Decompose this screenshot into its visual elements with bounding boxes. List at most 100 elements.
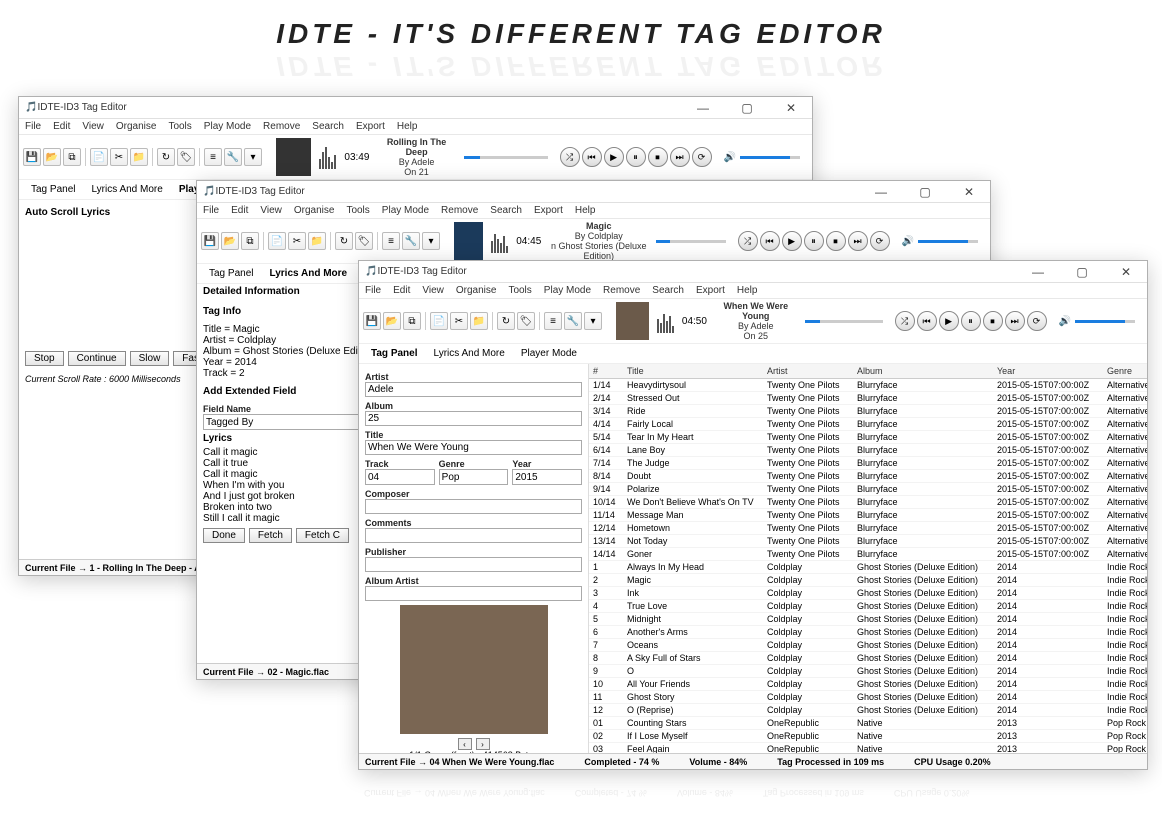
open-icon[interactable]: 📂 — [383, 312, 401, 330]
table-row[interactable]: 3InkColdplayGhost Stories (Deluxe Editio… — [589, 587, 1147, 600]
wrench-icon[interactable]: 🔧 — [224, 148, 242, 166]
col-genre[interactable]: Genre — [1103, 364, 1147, 379]
menu-tools[interactable]: Tools — [168, 121, 191, 132]
table-row[interactable]: 8/14DoubtTwenty One PilotsBlurryface2015… — [589, 470, 1147, 483]
tag-icon[interactable]: 🏷 — [517, 312, 535, 330]
table-row[interactable]: 11/14Message ManTwenty One PilotsBlurryf… — [589, 509, 1147, 522]
table-row[interactable]: 02If I Lose MyselfOneRepublicNative2013P… — [589, 730, 1147, 743]
menu-view[interactable]: View — [82, 121, 104, 132]
volume-slider[interactable] — [918, 240, 978, 243]
save-icon[interactable]: 💾 — [23, 148, 41, 166]
doc-icon[interactable]: 📄 — [90, 148, 108, 166]
menu-view[interactable]: View — [422, 285, 444, 296]
shuffle-button[interactable]: ⤮ — [895, 311, 915, 331]
folder-icon[interactable]: 📁 — [130, 148, 148, 166]
album-input[interactable] — [365, 411, 582, 426]
stop-button[interactable]: Stop — [25, 351, 64, 366]
menu-search[interactable]: Search — [652, 285, 684, 296]
refresh-icon[interactable]: ↻ — [157, 148, 175, 166]
doc-icon[interactable]: 📄 — [268, 232, 286, 250]
repeat-button[interactable]: ⟳ — [1027, 311, 1047, 331]
open-icon[interactable]: 📂 — [221, 232, 239, 250]
menu-help[interactable]: Help — [575, 205, 596, 216]
minimize-button[interactable]: — — [688, 99, 718, 117]
comments-input[interactable] — [365, 528, 582, 543]
table-row[interactable]: 4/14Fairly LocalTwenty One PilotsBlurryf… — [589, 418, 1147, 431]
table-row[interactable]: 6Another's ArmsColdplayGhost Stories (De… — [589, 626, 1147, 639]
tab-player-mode[interactable]: Player Mode — [515, 347, 583, 360]
dropdown-icon[interactable]: ▾ — [244, 148, 262, 166]
menu-organise[interactable]: Organise — [116, 121, 157, 132]
close-button[interactable]: ✕ — [1111, 263, 1141, 281]
slow-button[interactable]: Slow — [130, 351, 170, 366]
doc-icon[interactable]: 📄 — [430, 312, 448, 330]
continue-button[interactable]: Continue — [68, 351, 126, 366]
next-button[interactable]: ⏭ — [848, 231, 868, 251]
open-icon[interactable]: 📂 — [43, 148, 61, 166]
table-row[interactable]: 1Always In My HeadColdplayGhost Stories … — [589, 561, 1147, 574]
volume-icon[interactable]: 🔊 — [902, 236, 914, 247]
shuffle-button[interactable]: ⤮ — [738, 231, 758, 251]
table-row[interactable]: 1/14HeavydirtysoulTwenty One PilotsBlurr… — [589, 379, 1147, 392]
wrench-icon[interactable]: 🔧 — [402, 232, 420, 250]
col-num[interactable]: # — [589, 364, 623, 379]
table-row[interactable]: 14/14GonerTwenty One PilotsBlurryface201… — [589, 548, 1147, 561]
stop-button[interactable]: ⏹ — [983, 311, 1003, 331]
seek-bar[interactable] — [464, 156, 548, 159]
menu-help[interactable]: Help — [737, 285, 758, 296]
copy-icon[interactable]: ⧉ — [403, 312, 421, 330]
table-row[interactable]: 9/14PolarizeTwenty One PilotsBlurryface2… — [589, 483, 1147, 496]
year-input[interactable] — [512, 469, 582, 485]
pause-button[interactable]: ⏸ — [961, 311, 981, 331]
volume-icon[interactable]: 🔊 — [724, 152, 736, 163]
play-button[interactable]: ▶ — [939, 311, 959, 331]
title-input[interactable] — [365, 440, 582, 455]
table-row[interactable]: 8A Sky Full of StarsColdplayGhost Storie… — [589, 652, 1147, 665]
seek-bar[interactable] — [805, 320, 883, 323]
tab-tag-panel[interactable]: Tag Panel — [25, 183, 81, 196]
menu-edit[interactable]: Edit — [53, 121, 70, 132]
tag-icon[interactable]: 🏷 — [355, 232, 373, 250]
pause-button[interactable]: ⏸ — [804, 231, 824, 251]
stop-button[interactable]: ⏹ — [648, 147, 668, 167]
refresh-icon[interactable]: ↻ — [335, 232, 353, 250]
shuffle-button[interactable]: ⤮ — [560, 147, 580, 167]
genre-input[interactable] — [439, 469, 509, 485]
table-row[interactable]: 6/14Lane BoyTwenty One PilotsBlurryface2… — [589, 444, 1147, 457]
menu-remove[interactable]: Remove — [603, 285, 640, 296]
table-row[interactable]: 12/14HometownTwenty One PilotsBlurryface… — [589, 522, 1147, 535]
cut-icon[interactable]: ✂ — [450, 312, 468, 330]
prev-button[interactable]: ⏮ — [760, 231, 780, 251]
table-row[interactable]: 10/14We Don't Believe What's On TVTwenty… — [589, 496, 1147, 509]
maximize-button[interactable]: ▢ — [910, 183, 940, 201]
menu-organise[interactable]: Organise — [456, 285, 497, 296]
minimize-button[interactable]: — — [1023, 263, 1053, 281]
col-title[interactable]: Title — [623, 364, 763, 379]
table-row[interactable]: 12O (Reprise)ColdplayGhost Stories (Delu… — [589, 704, 1147, 717]
fetch-button[interactable]: Fetch — [249, 528, 292, 543]
repeat-button[interactable]: ⟳ — [692, 147, 712, 167]
save-icon[interactable]: 💾 — [201, 232, 219, 250]
volume-slider[interactable] — [740, 156, 800, 159]
menu-view[interactable]: View — [260, 205, 282, 216]
menu-export[interactable]: Export — [356, 121, 385, 132]
pause-button[interactable]: ⏸ — [626, 147, 646, 167]
table-row[interactable]: 5MidnightColdplayGhost Stories (Deluxe E… — [589, 613, 1147, 626]
menu-export[interactable]: Export — [696, 285, 725, 296]
menu-export[interactable]: Export — [534, 205, 563, 216]
menu-remove[interactable]: Remove — [263, 121, 300, 132]
table-row[interactable]: 2/14Stressed OutTwenty One PilotsBlurryf… — [589, 392, 1147, 405]
menu-remove[interactable]: Remove — [441, 205, 478, 216]
cover-next-button[interactable]: › — [476, 738, 490, 750]
dropdown-icon[interactable]: ▾ — [584, 312, 602, 330]
list-icon[interactable]: ≡ — [204, 148, 222, 166]
copy-icon[interactable]: ⧉ — [63, 148, 81, 166]
col-album[interactable]: Album — [853, 364, 993, 379]
table-row[interactable]: 5/14Tear In My HeartTwenty One PilotsBlu… — [589, 431, 1147, 444]
table-row[interactable]: 7OceansColdplayGhost Stories (Deluxe Edi… — [589, 639, 1147, 652]
table-row[interactable]: 7/14The JudgeTwenty One PilotsBlurryface… — [589, 457, 1147, 470]
menu-search[interactable]: Search — [490, 205, 522, 216]
play-button[interactable]: ▶ — [604, 147, 624, 167]
folder-icon[interactable]: 📁 — [308, 232, 326, 250]
table-row[interactable]: 2MagicColdplayGhost Stories (Deluxe Edit… — [589, 574, 1147, 587]
